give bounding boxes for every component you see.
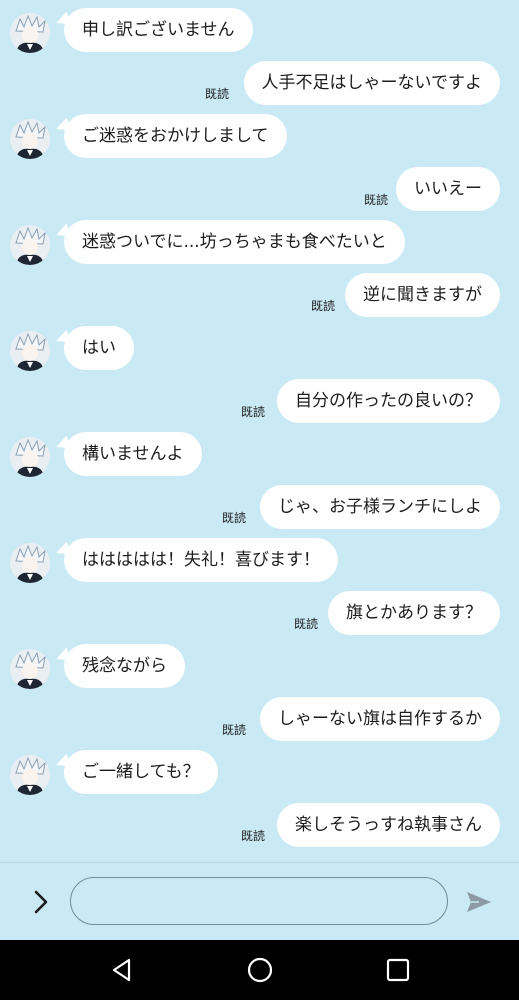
character-avatar-icon [10,331,50,371]
message-row-4: 既読 いいえー [0,167,519,215]
message-input[interactable] [70,877,448,925]
recents-square-icon [386,958,410,982]
message-bubble[interactable]: 自分の作ったの良いの？ [277,379,500,423]
message-bubble[interactable]: ご迷惑をおかけしまして [64,114,287,158]
message-row-12: 既読 旗とかあります？ [0,591,519,639]
read-receipt: 既読 [363,193,388,207]
read-receipt: 既読 [221,723,246,737]
message-bubble[interactable]: ははははは！失礼！喜びます！ [64,538,338,582]
message-bubble[interactable]: いいえー [396,167,500,211]
avatar[interactable] [10,437,50,477]
read-receipt: 既読 [310,299,335,313]
message-bubble[interactable]: 楽しそうっすね執事さん [277,803,500,847]
read-receipt: 既読 [204,87,229,101]
send-icon [467,892,491,912]
avatar[interactable] [10,119,50,159]
message-row-16: 既読 楽しそうっすね執事さん [0,803,519,851]
avatar[interactable] [10,225,50,265]
read-receipt: 既読 [221,511,246,525]
avatar[interactable] [10,331,50,371]
message-row-5: 迷惑ついでに...坊っちゃまも食べたいと [0,220,519,268]
message-bubble[interactable]: 逆に聞きますが [345,273,500,317]
message-bubble[interactable]: 残念ながら [64,644,185,688]
chevron-right-icon [34,890,48,914]
system-navigation-bar [0,940,519,1000]
message-row-9: 構いませんよ [0,432,519,480]
message-bubble[interactable]: 迷惑ついでに...坊っちゃまも食べたいと [64,220,405,264]
message-row-15: ご一緒しても？ [0,750,519,798]
message-bubble[interactable]: ご一緒しても？ [64,750,218,794]
message-bubble[interactable]: しゃーない旗は自作するか [260,697,500,741]
character-avatar-icon [10,543,50,583]
character-avatar-icon [10,755,50,795]
back-triangle-icon [112,958,131,982]
message-bubble[interactable]: 人手不足はしゃーないですよ [243,61,500,105]
message-bubble[interactable]: 構いませんよ [64,432,202,476]
message-bubble[interactable]: はい [64,326,134,370]
avatar[interactable] [10,13,50,53]
character-avatar-icon [10,649,50,689]
message-row-10: 既読 じゃ、お子様ランチにしよ [0,485,519,533]
message-row-14: 既読 しゃーない旗は自作するか [0,697,519,745]
expand-button[interactable] [26,885,56,919]
message-row-3: ご迷惑をおかけしまして [0,114,519,162]
message-bubble[interactable]: 申し訳ございません [64,8,253,52]
send-button[interactable] [462,887,496,917]
read-receipt: 既読 [240,829,265,843]
character-avatar-icon [10,437,50,477]
message-row-2: 既読 人手不足はしゃーないですよ [0,61,519,109]
message-row-8: 既読 自分の作ったの良いの？ [0,379,519,427]
message-row-11: ははははは！失礼！喜びます！ [0,538,519,586]
message-row-6: 既読 逆に聞きますが [0,273,519,321]
recents-button[interactable] [382,954,414,986]
character-avatar-icon [10,13,50,53]
read-receipt: 既読 [240,405,265,419]
message-row-1: 申し訳ございません [0,8,519,56]
message-row-13: 残念ながら [0,644,519,692]
home-button[interactable] [244,954,276,986]
message-bubble[interactable]: 旗とかあります？ [328,591,500,635]
avatar[interactable] [10,649,50,689]
message-bubble[interactable]: じゃ、お子様ランチにしよ [260,485,500,529]
character-avatar-icon [10,225,50,265]
message-row-7: はい [0,326,519,374]
character-avatar-icon [10,119,50,159]
avatar[interactable] [10,755,50,795]
chat-area: 申し訳ございません 既読 人手不足はしゃーないですよ ご迷惑をおかけしまして 既… [0,0,519,862]
composer-bar [0,862,519,941]
home-circle-icon [247,957,273,983]
avatar[interactable] [10,543,50,583]
read-receipt: 既読 [293,617,318,631]
back-button[interactable] [106,954,138,986]
